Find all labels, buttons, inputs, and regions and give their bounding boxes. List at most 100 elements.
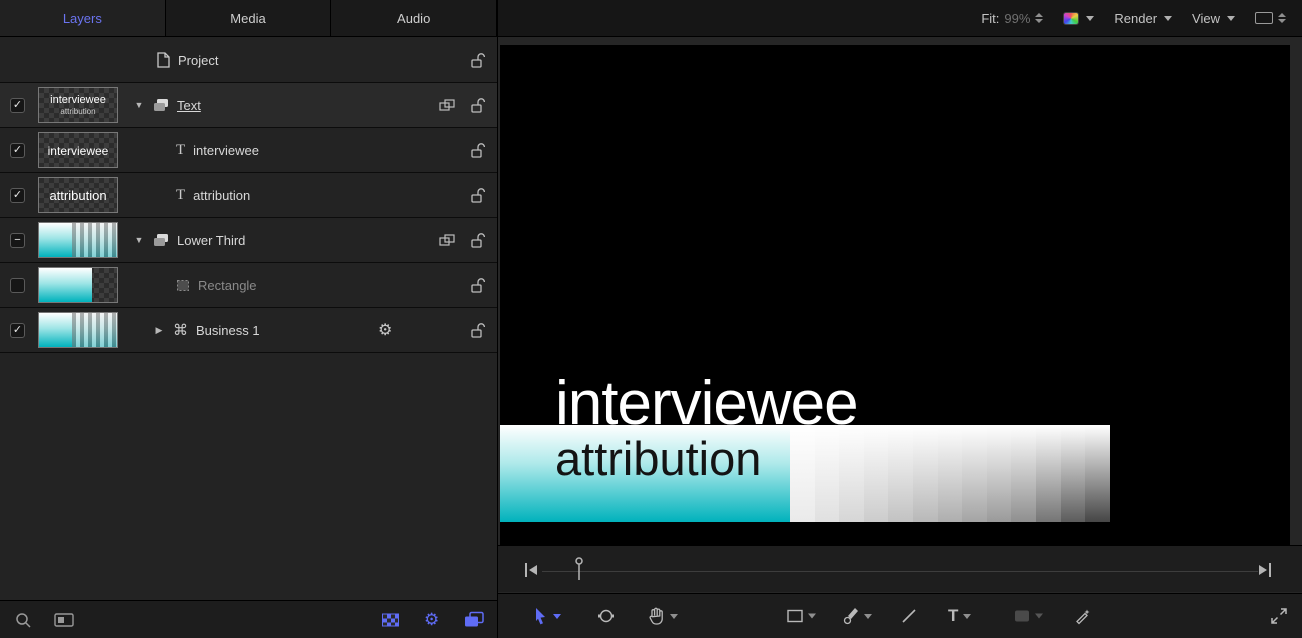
transparency-checker-icon[interactable] <box>382 613 399 626</box>
display-icon <box>1255 12 1273 24</box>
tab-audio[interactable]: Audio <box>331 0 497 36</box>
render-label: Render <box>1114 11 1157 26</box>
mixed-state-icon: − <box>14 234 20 246</box>
check-icon: ✓ <box>13 99 22 111</box>
layer-thumbnail <box>38 267 118 303</box>
layer-name[interactable]: Text <box>177 98 201 113</box>
thumbnail-view-icon[interactable] <box>54 612 74 628</box>
layer-name[interactable]: Lower Third <box>177 233 245 248</box>
tab-media[interactable]: Media <box>166 0 332 36</box>
text-layer-icon: T <box>176 187 185 204</box>
layer-name[interactable]: Business 1 <box>196 323 260 338</box>
settings-gear-icon[interactable]: ⚙ <box>378 320 392 340</box>
paint-stroke-tool[interactable] <box>843 607 872 625</box>
render-menu[interactable]: Render <box>1114 11 1172 26</box>
chevron-down-icon <box>1227 16 1235 21</box>
layer-row-interviewee[interactable]: ✓ interviewee T interviewee <box>0 128 497 173</box>
in-point-marker[interactable] <box>524 562 538 578</box>
lock-icon[interactable] <box>469 232 485 248</box>
chevron-down-icon <box>670 614 678 619</box>
adjust-glyph-tool[interactable] <box>1074 608 1091 625</box>
mask-tool[interactable] <box>1014 610 1043 623</box>
lower-third-banner[interactable]: attribution <box>500 425 1110 522</box>
layer-row-text-group[interactable]: ✓ interviewee attribution ▼ Text <box>0 83 497 128</box>
lock-icon[interactable] <box>469 322 485 338</box>
layer-row-attribution[interactable]: ✓ attribution T attribution <box>0 173 497 218</box>
filter-gear-icon[interactable]: ⚙ <box>424 610 439 630</box>
bezier-edit-tool[interactable] <box>597 607 615 625</box>
check-icon: ✓ <box>13 144 22 156</box>
display-stepper[interactable] <box>1278 13 1286 23</box>
lock-icon[interactable] <box>469 142 485 158</box>
layer-name[interactable]: attribution <box>193 188 250 203</box>
rectangle-tool[interactable] <box>787 610 816 623</box>
activate-checkbox[interactable]: ✓ <box>10 188 25 203</box>
canvas-pane: Fit: 99% Render View int <box>498 0 1302 638</box>
search-icon[interactable] <box>14 611 32 629</box>
layer-thumbnail: attribution <box>38 177 118 213</box>
view-menu[interactable]: View <box>1192 11 1235 26</box>
expand-arrows-icon[interactable] <box>1270 607 1288 625</box>
layer-row-rectangle[interactable]: Rectangle <box>0 263 497 308</box>
out-point-marker[interactable] <box>1258 562 1272 578</box>
fit-zoom-control[interactable]: Fit: 99% <box>981 11 1043 26</box>
banner-bar <box>987 425 1012 522</box>
disclosure-triangle[interactable]: ▼ <box>133 100 145 110</box>
disclosure-triangle[interactable]: ▶ <box>153 325 165 336</box>
playhead-marker[interactable] <box>574 557 584 581</box>
chevron-down-icon <box>1035 614 1043 619</box>
display-control[interactable] <box>1255 12 1286 24</box>
lock-icon[interactable] <box>469 277 485 293</box>
view-label: View <box>1192 11 1220 26</box>
activate-checkbox[interactable]: ✓ <box>10 143 25 158</box>
layer-name[interactable]: Rectangle <box>198 278 257 293</box>
text-tool-icon: T <box>948 606 958 626</box>
chevron-down-icon <box>1086 16 1094 21</box>
lock-icon[interactable] <box>469 52 485 68</box>
overlap-badge-icon[interactable] <box>439 234 455 246</box>
banner-bar <box>962 425 987 522</box>
lock-icon[interactable] <box>469 97 485 113</box>
layer-row-project[interactable]: Project <box>0 38 497 83</box>
panel-tabbar: Layers Media Audio <box>0 0 497 37</box>
activate-checkbox[interactable]: − <box>10 233 25 248</box>
group-icon <box>153 233 169 247</box>
layer-name[interactable]: interviewee <box>193 143 259 158</box>
layer-thumbnail: interviewee <box>38 132 118 168</box>
text-layer-icon: T <box>176 142 185 159</box>
thumb-text: interviewee <box>39 94 117 106</box>
banner-bar <box>815 425 840 522</box>
lock-icon[interactable] <box>469 187 485 203</box>
paintbrush-icon <box>843 607 859 625</box>
activate-checkbox[interactable] <box>10 278 25 293</box>
line-tool[interactable] <box>901 608 917 624</box>
banner-bar <box>864 425 889 522</box>
overlap-badge-icon[interactable] <box>439 99 455 111</box>
banner-bar <box>938 425 963 522</box>
disclosure-triangle[interactable]: ▼ <box>133 235 145 245</box>
color-channels-icon <box>1063 12 1079 25</box>
layer-thumbnail <box>38 222 118 258</box>
activate-checkbox[interactable]: ✓ <box>10 98 25 113</box>
check-icon: ✓ <box>13 324 22 336</box>
zoom-stepper[interactable] <box>1035 13 1043 23</box>
channels-control[interactable] <box>1063 12 1094 25</box>
chevron-down-icon <box>1164 16 1172 21</box>
pan-hand-tool[interactable] <box>648 607 678 625</box>
banner-bars <box>790 425 1110 522</box>
mini-timeline[interactable] <box>498 545 1302 592</box>
canvas-frame[interactable]: interviewee attribution <box>500 45 1290 545</box>
canvas-text-attribution[interactable]: attribution <box>555 435 761 482</box>
tab-layers[interactable]: Layers <box>0 0 166 36</box>
canvas-toolbar: T <box>498 593 1302 638</box>
layers-panel-icon[interactable] <box>464 611 484 628</box>
mask-rect-icon <box>1014 610 1030 623</box>
select-tool[interactable] <box>532 607 561 625</box>
banner-bar <box>1011 425 1036 522</box>
text-tool[interactable]: T <box>948 606 971 626</box>
layer-row-business-1[interactable]: ✓ ▶ ⌘ Business 1 ⚙ <box>0 308 497 353</box>
activate-checkbox[interactable]: ✓ <box>10 323 25 338</box>
rectangle-shape-icon <box>176 279 190 292</box>
banner-bar <box>790 425 815 522</box>
layer-row-lower-third[interactable]: − ▼ Lower Third <box>0 218 497 263</box>
